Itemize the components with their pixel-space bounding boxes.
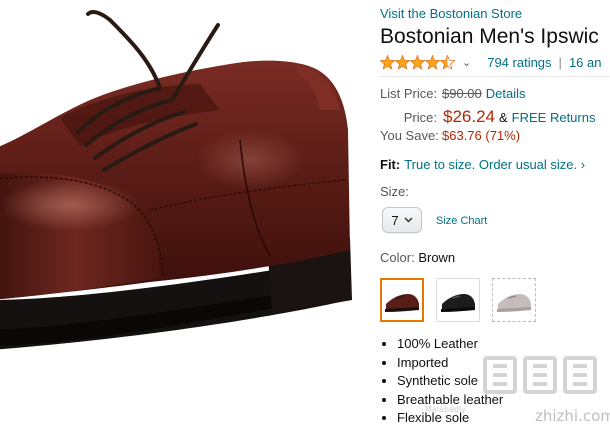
store-link[interactable]: Visit the Bostonian Store [380, 6, 522, 21]
color-selected-value: Brown [418, 250, 456, 265]
ratings-count-link[interactable]: 794 ratings [487, 55, 551, 70]
product-image[interactable] [0, 0, 355, 433]
color-selection-label: Color: Brown [380, 250, 455, 265]
price-value: $26.24 [443, 107, 495, 126]
feature-bullets: 100% Leather Imported Synthetic sole Bre… [380, 335, 503, 428]
size-label: Size: [380, 184, 409, 199]
fit-info: Fit: True to size. Order usual size. › [380, 157, 585, 172]
color-swatch-black[interactable] [436, 278, 480, 322]
details-link[interactable]: Details [486, 86, 526, 101]
product-info-panel: Visit the Bostonian Store Bostonian Men'… [380, 0, 610, 433]
chevron-down-icon [404, 217, 413, 223]
list-price-row: List Price: $90.00 Details [380, 86, 595, 107]
brown-oxford-shoe-image [0, 10, 352, 350]
color-label: Color: [380, 250, 415, 265]
divider [380, 76, 610, 77]
feature-bullet: Breathable leather [397, 391, 503, 410]
feature-bullet: Synthetic sole [397, 372, 503, 391]
list-price-label: List Price: [380, 86, 438, 101]
feature-bullet: Flexible sole [397, 409, 503, 428]
feature-bullet: 100% Leather [397, 335, 503, 354]
fit-label: Fit: [380, 157, 401, 172]
rating-row: ⌄ 794 ratings | 16 an [380, 53, 601, 71]
size-selected-value: 7 [391, 212, 399, 228]
product-title: Bostonian Men's Ipswic [380, 25, 599, 48]
savings-value: $63.76 (71%) [442, 128, 521, 143]
color-swatch-grey[interactable] [492, 278, 536, 322]
black-shoe-thumbnail [441, 294, 475, 312]
price-row: Price: $26.24 & FREE Returns [380, 107, 596, 128]
list-price-value: $90.00 [442, 86, 482, 101]
chevron-down-icon[interactable]: ⌄ [462, 56, 471, 69]
price-label: Price: [403, 110, 437, 125]
star-rating[interactable] [380, 54, 456, 70]
feature-bullet: Imported [397, 354, 503, 373]
brown-shoe-thumbnail [385, 294, 419, 312]
rating-separator: | [558, 54, 562, 70]
grey-shoe-thumbnail [497, 294, 531, 312]
size-chart-link[interactable]: Size Chart [436, 215, 487, 227]
star-icon [380, 54, 456, 70]
price-block: List Price: $90.00 Details Price: $26.24… [380, 86, 595, 149]
price-ampersand: & [499, 110, 508, 125]
savings-row: You Save: $63.76 (71%) [380, 128, 595, 149]
size-dropdown[interactable]: 7 [382, 207, 422, 233]
answered-questions-link[interactable]: 16 an [569, 55, 602, 70]
free-returns-link[interactable]: FREE Returns [512, 110, 596, 125]
color-swatch-brown[interactable] [380, 278, 424, 322]
savings-label: You Save: [380, 128, 439, 143]
fit-link[interactable]: True to size. Order usual size. › [404, 157, 585, 172]
